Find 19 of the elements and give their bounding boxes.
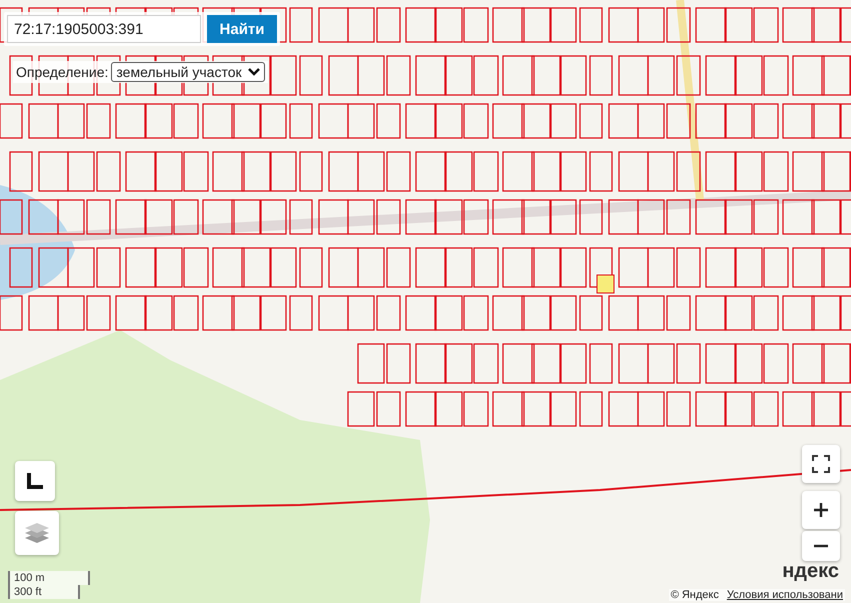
cadastral-number-field[interactable]: 72:17:1905003:391 — [7, 15, 201, 43]
find-button[interactable]: Найти — [207, 15, 277, 43]
fullscreen-button[interactable] — [802, 445, 840, 483]
map-logo: ндекс — [782, 560, 839, 583]
fullscreen-icon — [812, 455, 830, 473]
minus-icon — [813, 544, 829, 548]
definition-label: Определение: — [16, 64, 108, 80]
definition-select[interactable]: земельный участок — [111, 62, 265, 82]
imperial-scale: 300 ft — [8, 585, 80, 599]
ruler-button[interactable] — [15, 461, 55, 501]
layers-icon — [24, 521, 50, 545]
chevron-down-icon — [248, 68, 260, 76]
zoom-out-button[interactable] — [802, 531, 840, 561]
copyright-text: © Яндекс — [670, 589, 719, 601]
zoom-in-button[interactable] — [802, 491, 840, 529]
plus-icon — [813, 502, 829, 518]
metric-scale: 100 m — [8, 571, 90, 585]
terms-link[interactable]: Условия использовани — [726, 589, 843, 601]
layers-button[interactable] — [15, 511, 59, 555]
